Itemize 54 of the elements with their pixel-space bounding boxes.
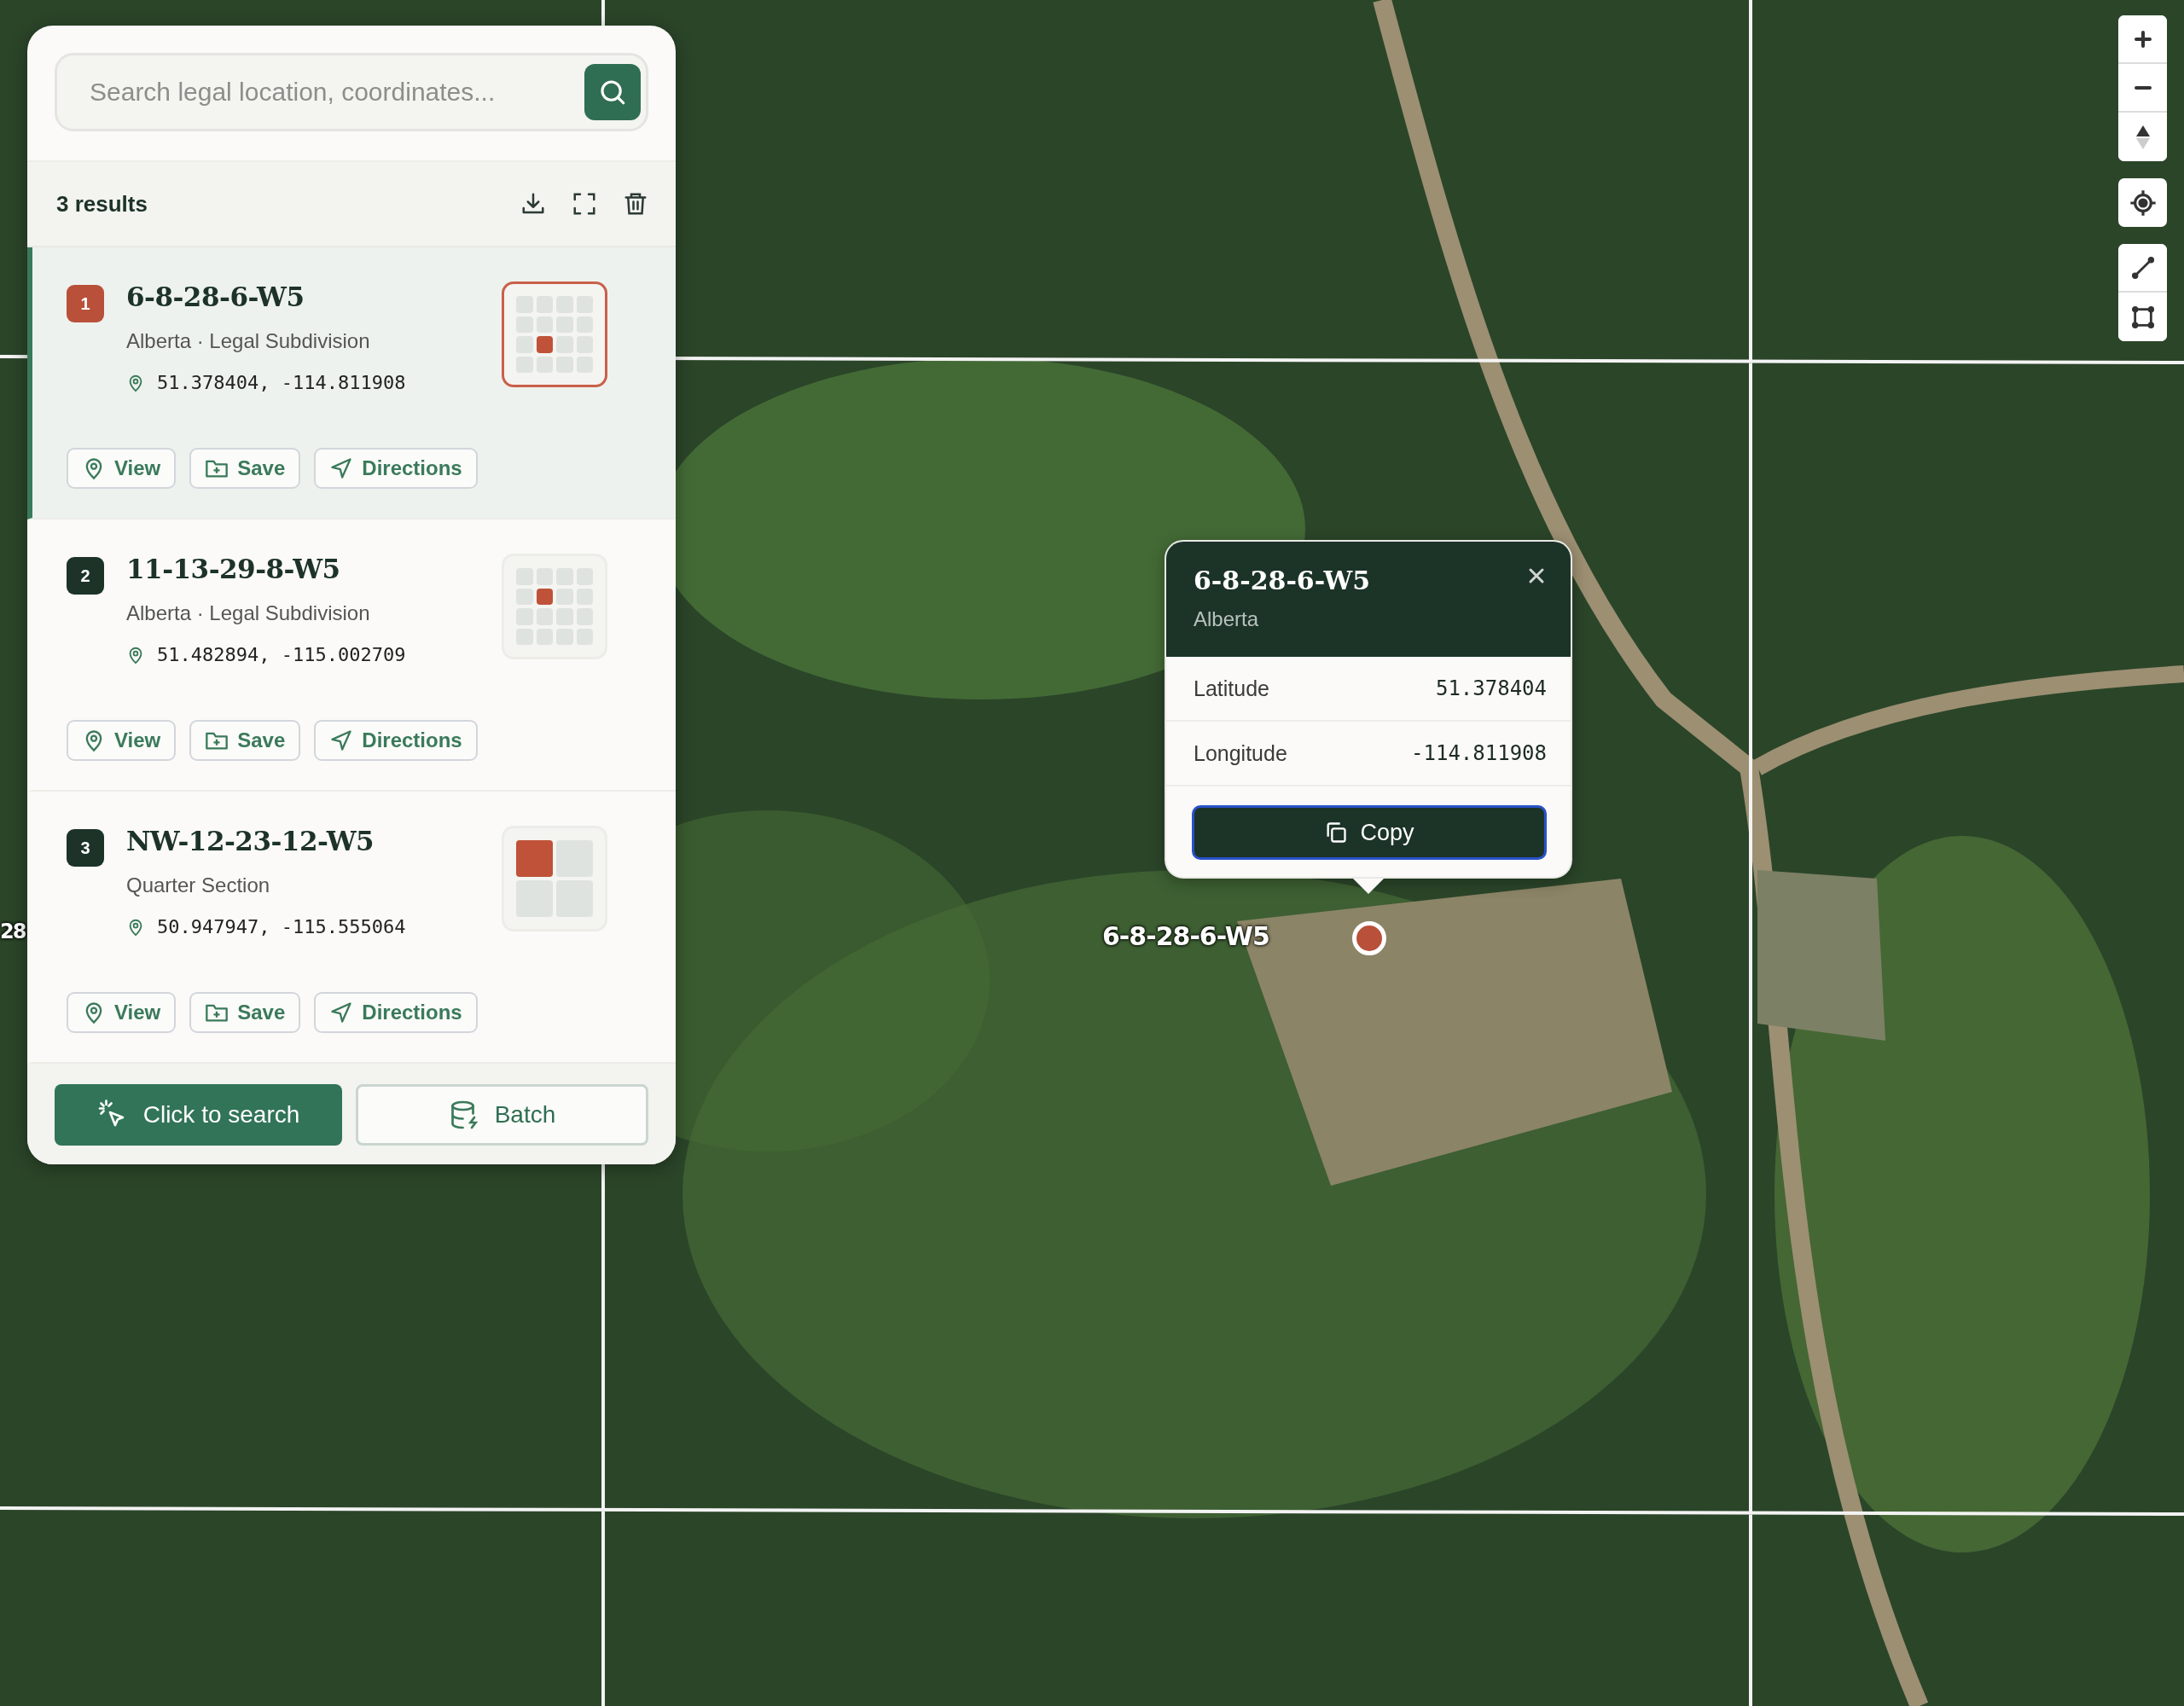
search-field[interactable]: Search legal location, coordinates... xyxy=(88,77,584,107)
navigation-arrow-icon xyxy=(329,456,354,480)
navigation-arrow-icon xyxy=(329,1001,354,1024)
search-bar[interactable]: Search legal location, coordinates... xyxy=(55,53,648,131)
search-button[interactable] xyxy=(584,64,641,120)
zoom-out-icon xyxy=(2133,84,2152,90)
close-button[interactable] xyxy=(1528,567,1545,584)
draw-line-button[interactable] xyxy=(2118,244,2167,293)
save-button[interactable]: Save xyxy=(189,720,301,761)
results-count: 3 results xyxy=(56,190,148,218)
result-subtitle: Quarter Section xyxy=(126,873,271,897)
result-number: 2 xyxy=(67,557,104,595)
result-subtitle: Alberta · Legal Subdivision xyxy=(126,329,371,353)
view-button[interactable]: View xyxy=(67,448,177,489)
result-number: 3 xyxy=(67,829,104,867)
result-subtitle: Alberta · Legal Subdivision xyxy=(126,601,371,625)
locate-icon xyxy=(2129,189,2157,217)
batch-button[interactable]: Batch xyxy=(356,1084,648,1146)
search-icon xyxy=(598,78,627,107)
trash-icon[interactable] xyxy=(623,191,648,217)
map-label: 28 xyxy=(0,920,26,943)
draw-line-icon xyxy=(2130,255,2155,280)
directions-button[interactable]: Directions xyxy=(314,992,478,1033)
map-label: 6-8-28-6-W5 xyxy=(1102,921,1269,951)
view-button[interactable]: View xyxy=(67,720,177,761)
copy-button[interactable]: Copy xyxy=(1192,805,1547,860)
result-title: 11-13-29-8-W5 xyxy=(126,554,341,584)
field-label: Latitude xyxy=(1194,676,1269,701)
expand-icon[interactable] xyxy=(572,191,597,217)
zoom-in-button[interactable] xyxy=(2118,15,2167,64)
draw-rectangle-icon xyxy=(2130,305,2155,329)
navigation-arrow-icon xyxy=(329,728,354,752)
coordinates-text: 51.378404, -114.811908 xyxy=(157,372,406,393)
directions-button[interactable]: Directions xyxy=(314,448,478,489)
field-value: -114.811908 xyxy=(1411,741,1547,765)
field-label: Longitude xyxy=(1194,740,1287,766)
zoom-in-icon xyxy=(2133,29,2152,49)
click-to-search-button[interactable]: Click to search xyxy=(55,1084,342,1146)
save-button[interactable]: Save xyxy=(189,448,301,489)
coordinates-text: 51.482894, -115.002709 xyxy=(157,644,406,665)
save-button[interactable]: Save xyxy=(189,992,301,1033)
popup-title: 6-8-28-6-W5 xyxy=(1194,566,1371,595)
result-title: NW-12-23-12-W5 xyxy=(126,826,375,856)
result-card[interactable]: 3 NW-12-23-12-W5 Quarter Section 50.947947, -115.555064 View Save Directions xyxy=(27,792,676,1064)
coordinates-text: 50.947947, -115.555064 xyxy=(157,916,406,937)
result-card[interactable]: 2 11-13-29-8-W5 Alberta · Legal Subdivision 51.482894, -115.002709 View Save Directions xyxy=(27,519,676,792)
result-number: 1 xyxy=(67,285,104,322)
compass-icon xyxy=(2135,124,2151,150)
directions-button[interactable]: Directions xyxy=(314,720,478,761)
popup-subtitle: Alberta xyxy=(1194,607,1260,631)
result-card[interactable]: 1 6-8-28-6-W5 Alberta · Legal Subdivision 51.378404, -114.811908 View Save Directions xyxy=(27,247,676,519)
view-button[interactable]: View xyxy=(67,992,177,1033)
result-title: 6-8-28-6-W5 xyxy=(126,281,305,312)
field-value: 51.378404 xyxy=(1435,676,1547,700)
